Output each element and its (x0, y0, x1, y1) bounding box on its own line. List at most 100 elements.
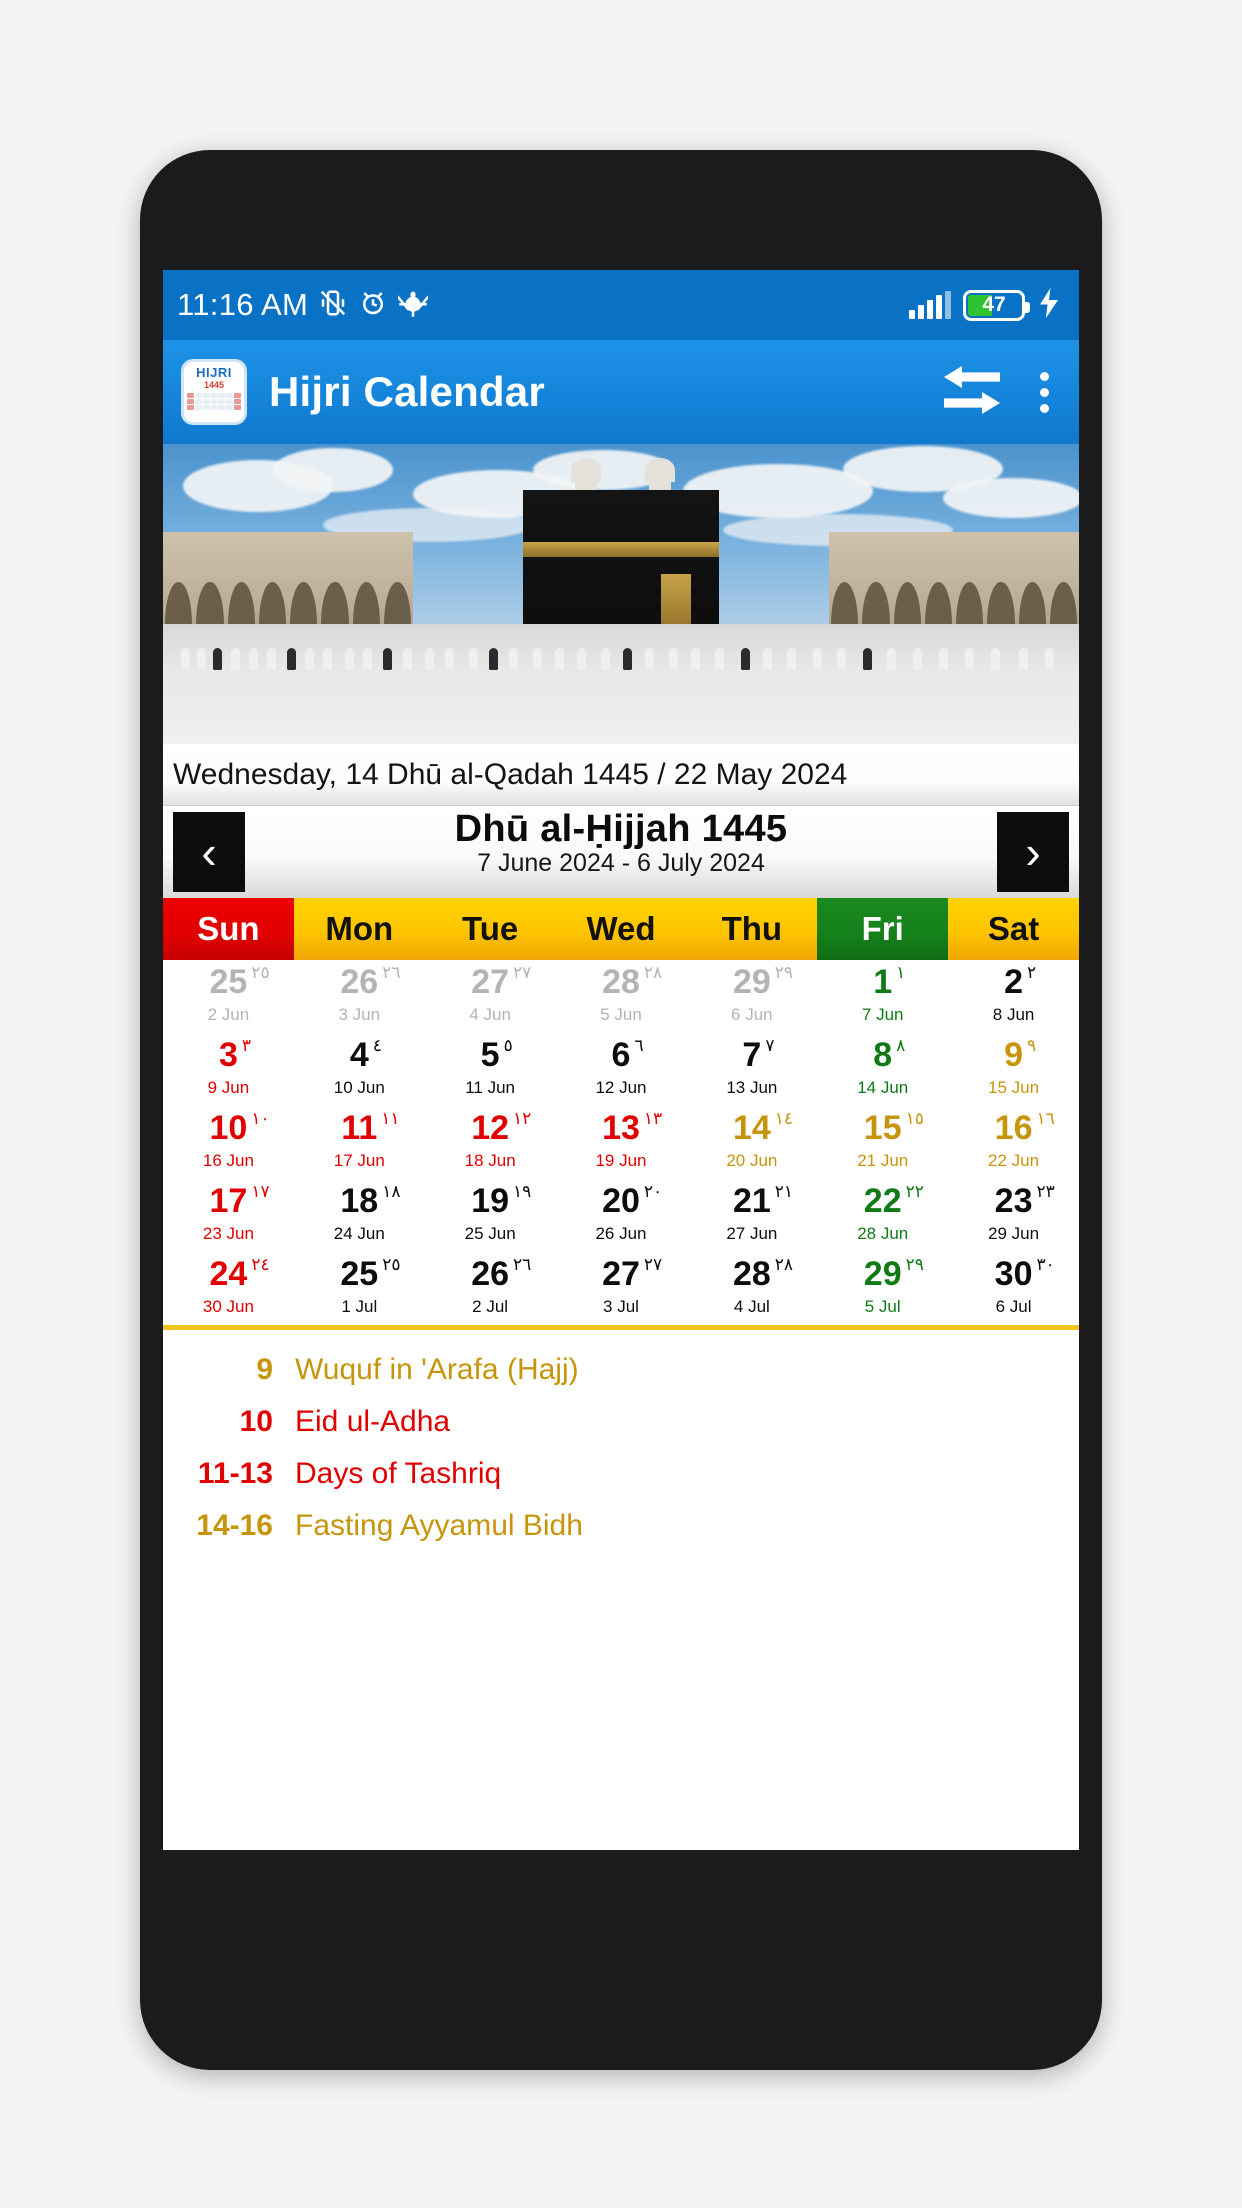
calendar-day-cell[interactable]: 3٣ 9 Jun (163, 1033, 294, 1106)
gregorian-day-label: 21 Jun (857, 1151, 909, 1170)
gregorian-day-label: 13 Jun (726, 1078, 778, 1097)
next-month-button[interactable]: › (997, 812, 1069, 892)
calendar-day-cell[interactable]: 27 ٢٧ 3 Jul (556, 1252, 687, 1325)
status-bar: 11:16 AM 47 (163, 270, 1079, 340)
calendar-day-cell[interactable]: 30 ٣٠ 6 Jul (948, 1252, 1079, 1325)
calendar-day-cell[interactable]: 25 ٢٥ 2 Jun (163, 960, 294, 1033)
arabic-day-number: ١٠ (251, 1109, 270, 1128)
calendar-day-cell[interactable]: 26 ٢٦ 2 Jul (425, 1252, 556, 1325)
calendar-day-cell[interactable]: 29 ٢٩ 6 Jun (686, 960, 817, 1033)
calendar-day-cell[interactable]: 8 ٨ 14 Jun (817, 1033, 948, 1106)
hijri-day-number: 2 (1004, 963, 1024, 1001)
page-title: Hijri Calendar (269, 368, 545, 415)
gregorian-day-label: 3 Jul (603, 1297, 639, 1316)
hijri-day-number: 14 (732, 1109, 771, 1147)
gregorian-day-label: 30 Jun (202, 1297, 254, 1316)
event-label: Fasting Ayyamul Bidh (295, 1509, 583, 1542)
hijri-day-number: 23 (994, 1182, 1033, 1220)
calendar-day-cell[interactable]: 26 ٢٦ 3 Jun (294, 960, 425, 1033)
arabic-day-number: ٢٥ (251, 963, 270, 982)
calendar-day-cell[interactable]: 18 ١٨ 24 Jun (294, 1179, 425, 1252)
gregorian-day-label: 12 Jun (595, 1078, 647, 1097)
arabic-day-number: ٢٤ (251, 1255, 270, 1274)
gregorian-day-label: 9 Jun (207, 1078, 250, 1097)
app-logo-year-text: 1445 (203, 380, 225, 390)
calendar-day-cell[interactable]: 5 ٥ 11 Jun (425, 1033, 556, 1106)
previous-month-button[interactable]: ‹ (173, 812, 245, 892)
calendar-day-cell[interactable]: 14 ١٤ 20 Jun (686, 1106, 817, 1179)
calendar-day-cell[interactable]: 7 ٧ 13 Jun (686, 1033, 817, 1106)
calendar-day-cell[interactable]: 28 ٢٨ 4 Jul (686, 1252, 817, 1325)
event-day: 11-13 (197, 1457, 273, 1490)
app-bar-actions (942, 364, 1057, 421)
calendar-day-cell[interactable]: 28 ٢٨ 5 Jun (556, 960, 687, 1033)
gregorian-day-label: 11 Jun (465, 1078, 516, 1097)
event-day: 14-16 (196, 1509, 273, 1542)
calendar-day-cell[interactable]: 6 ٦ 12 Jun (556, 1033, 687, 1106)
hijri-day-number: 21 (732, 1182, 771, 1220)
arabic-day-number: ٧ (765, 1036, 775, 1055)
calendar-day-cell[interactable]: 2٢ 8 Jun (948, 960, 1079, 1033)
arabic-day-number: ٢٠ (643, 1182, 663, 1201)
calendar-day-cell[interactable]: 29 ٢٩ 5 Jul (817, 1252, 948, 1325)
calendar-day-cell[interactable]: 20 ٢٠ 26 Jun (556, 1179, 687, 1252)
compare-arrows-icon[interactable] (942, 364, 1002, 421)
calendar-day-cell[interactable]: 24 ٢٤ 30 Jun (163, 1252, 294, 1325)
gregorian-day-label: 7 Jun (861, 1005, 904, 1024)
calendar-day-cell[interactable]: 21 ٢١ 27 Jun (686, 1179, 817, 1252)
hijri-day-number: 22 (863, 1182, 902, 1220)
arabic-day-number: ١٣ (643, 1109, 663, 1128)
arabic-day-number: ٣٠ (1036, 1255, 1055, 1274)
weekday-header-fri: Fri (817, 898, 949, 960)
hijri-day-number: 17 (209, 1182, 248, 1220)
status-bar-right: 47 (909, 287, 1061, 323)
month-title-block: Dhū al-Ḥijjah 1445 7 June 2024 - 6 July … (255, 806, 987, 898)
month-gregorian-range: 7 June 2024 - 6 July 2024 (477, 849, 765, 877)
calendar-day-cell[interactable]: 23 ٢٣ 29 Jun (948, 1179, 1079, 1252)
event-row[interactable]: 9 Wuquf in 'Arafa (Hajj) (163, 1344, 1079, 1396)
event-row[interactable]: 11-13 Days of Tashriq (163, 1448, 1079, 1500)
arabic-day-number: ١ (896, 963, 906, 982)
today-date-line: Wednesday, 14 Dhū al-Qadah 1445 / 22 May… (163, 744, 1079, 806)
hijri-day-number: 4 (349, 1036, 369, 1074)
calendar-day-cell[interactable]: 13 ١٣ 19 Jun (556, 1106, 687, 1179)
calendar-day-cell[interactable]: 4 ٤ 10 Jun (294, 1033, 425, 1106)
gregorian-day-label: 24 Jun (333, 1224, 385, 1243)
gregorian-day-label: 22 Jun (988, 1151, 1040, 1170)
calendar-day-cell[interactable]: 10 ١٠ 16 Jun (163, 1106, 294, 1179)
gregorian-day-label: 8 Jun (992, 1005, 1035, 1024)
event-label: Wuquf in 'Arafa (Hajj) (295, 1353, 579, 1386)
overflow-menu-icon[interactable] (1032, 366, 1057, 419)
hijri-day-number: 6 (611, 1036, 631, 1074)
calendar-day-cell[interactable]: 17 ١٧ 23 Jun (163, 1179, 294, 1252)
calendar-day-cell[interactable]: 1١ 7 Jun (817, 960, 948, 1033)
event-row[interactable]: 10 Eid ul-Adha (163, 1396, 1079, 1448)
calendar-day-cell[interactable]: 11 ١١ 17 Jun (294, 1106, 425, 1179)
arabic-day-number: ١٢ (513, 1109, 532, 1128)
gregorian-day-label: 25 Jun (464, 1224, 516, 1243)
event-row[interactable]: 14-16 Fasting Ayyamul Bidh (163, 1500, 1079, 1552)
arabic-day-number: ١١ (381, 1109, 400, 1128)
arabic-day-number: ٢٨ (774, 1255, 794, 1274)
calendar-day-cell[interactable]: 16 ١٦ 22 Jun (948, 1106, 1079, 1179)
gregorian-day-label: 6 Jun (731, 1005, 773, 1024)
calendar-day-cell[interactable]: 19 ١٩ 25 Jun (425, 1179, 556, 1252)
arabic-day-number: ١٤ (774, 1109, 794, 1128)
weekday-header-sun: Sun (163, 898, 294, 960)
events-list: 9 Wuquf in 'Arafa (Hajj) 10 Eid ul-Adha 11-1… (163, 1330, 1079, 1552)
calendar-day-cell[interactable]: 22 ٢٢ 28 Jun (817, 1179, 948, 1252)
calendar-day-cell[interactable]: 9 ٩ 15 Jun (948, 1033, 1079, 1106)
calendar-day-cell[interactable]: 15 ١٥ 21 Jun (817, 1106, 948, 1179)
alarm-icon (358, 288, 388, 323)
battery-icon: 47 (963, 289, 1030, 321)
calendar-day-cell[interactable]: 25 ٢٥ 1 Jul (294, 1252, 425, 1325)
arabic-day-number: ٤ (372, 1036, 382, 1055)
hijri-day-number: 16 (994, 1109, 1033, 1147)
arabic-day-number: ٦ (634, 1036, 644, 1055)
arabic-day-number: ٢٣ (1036, 1182, 1055, 1201)
hijri-day-number: 9 (1004, 1036, 1024, 1074)
calendar-day-cell[interactable]: 12 ١٢ 18 Jun (425, 1106, 556, 1179)
bug-icon (396, 288, 430, 323)
calendar-day-cell[interactable]: 27 ٢٧ 4 Jun (425, 960, 556, 1033)
hijri-day-number: 20 (602, 1182, 640, 1220)
